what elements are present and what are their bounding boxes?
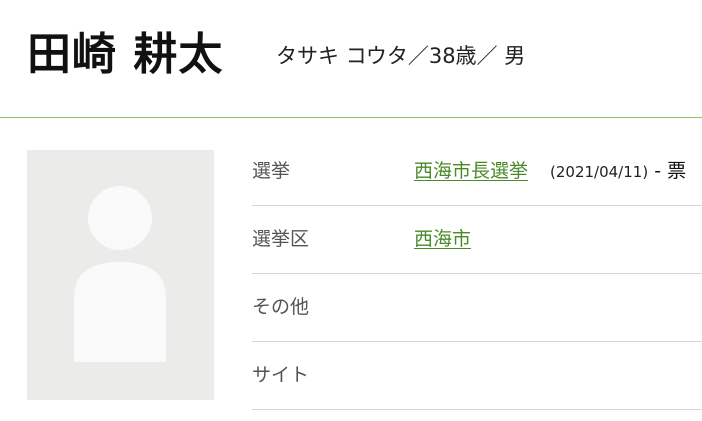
info-row-site: サイト: [252, 342, 702, 410]
candidate-meta: タサキ コウタ／38歳／ 男: [276, 44, 526, 68]
site-label: サイト: [252, 364, 310, 386]
info-row-other: その他: [252, 274, 702, 342]
other-label: その他: [252, 296, 310, 318]
info-row-district: 選挙区 西海市: [252, 206, 702, 274]
profile-header: 田崎 耕太 タサキ コウタ／38歳／ 男: [0, 0, 702, 118]
info-row-election: 選挙 西海市長選挙 (2021/04/11) - 票: [252, 138, 702, 206]
header-divider: [0, 117, 702, 118]
district-label: 選挙区: [252, 228, 310, 250]
vote-count: - 票: [654, 160, 687, 182]
info-table: 選挙 西海市長選挙 (2021/04/11) - 票 選挙区 西海市 その他 サイト: [252, 138, 702, 410]
person-placeholder-icon: [74, 186, 166, 362]
election-date: (2021/04/11): [550, 163, 649, 181]
candidate-name: 田崎 耕太: [27, 29, 224, 80]
avatar: [27, 150, 214, 400]
election-label: 選挙: [252, 160, 291, 182]
election-value: 西海市長選挙 (2021/04/11) - 票: [414, 158, 686, 185]
district-value: 西海市: [414, 226, 471, 252]
election-link[interactable]: 西海市長選挙: [414, 160, 528, 182]
district-link[interactable]: 西海市: [414, 228, 471, 250]
